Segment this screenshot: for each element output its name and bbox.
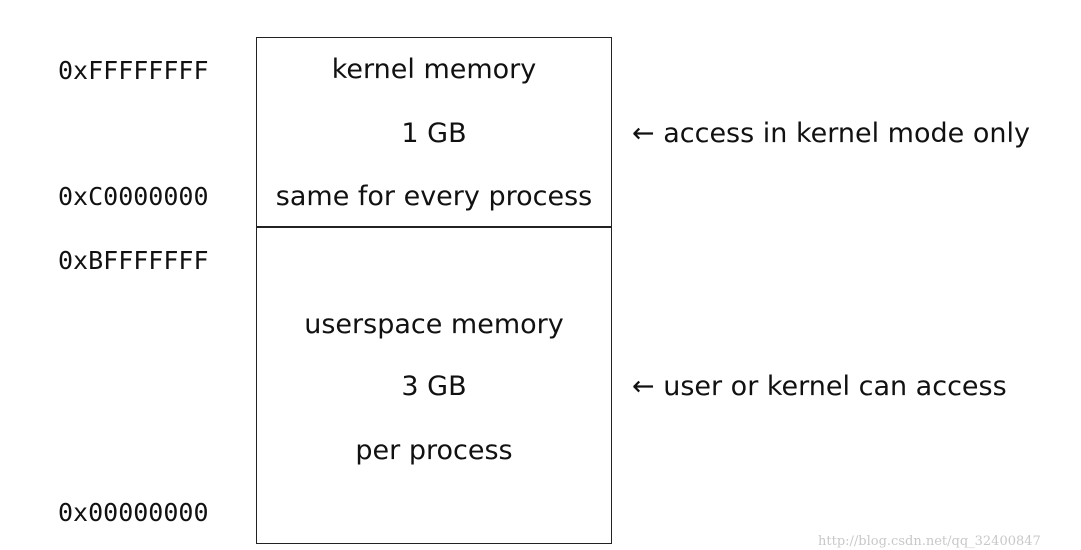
address-label-user-bottom: 0x00000000	[58, 498, 209, 527]
address-label-kernel-bottom: 0xC0000000	[58, 182, 209, 211]
kernel-memory-region: kernel memory 1 GB same for every proces…	[256, 37, 612, 228]
userspace-memory-region: userspace memory 3 GB per process	[256, 226, 612, 544]
watermark-text: http://blog.csdn.net/qq_32400847	[818, 534, 1041, 549]
kernel-region-title: kernel memory	[331, 54, 537, 85]
user-region-size: 3 GB	[401, 371, 467, 402]
user-access-annotation: ← user or kernel can access	[632, 371, 1007, 402]
address-label-user-top: 0xBFFFFFFF	[58, 246, 209, 275]
user-region-note: per process	[355, 435, 513, 466]
address-label-kernel-top: 0xFFFFFFFF	[58, 56, 209, 85]
user-region-title: userspace memory	[304, 309, 564, 340]
kernel-access-annotation: ← access in kernel mode only	[632, 118, 1030, 149]
kernel-region-size: 1 GB	[401, 118, 467, 149]
kernel-region-note: same for every process	[275, 181, 593, 212]
